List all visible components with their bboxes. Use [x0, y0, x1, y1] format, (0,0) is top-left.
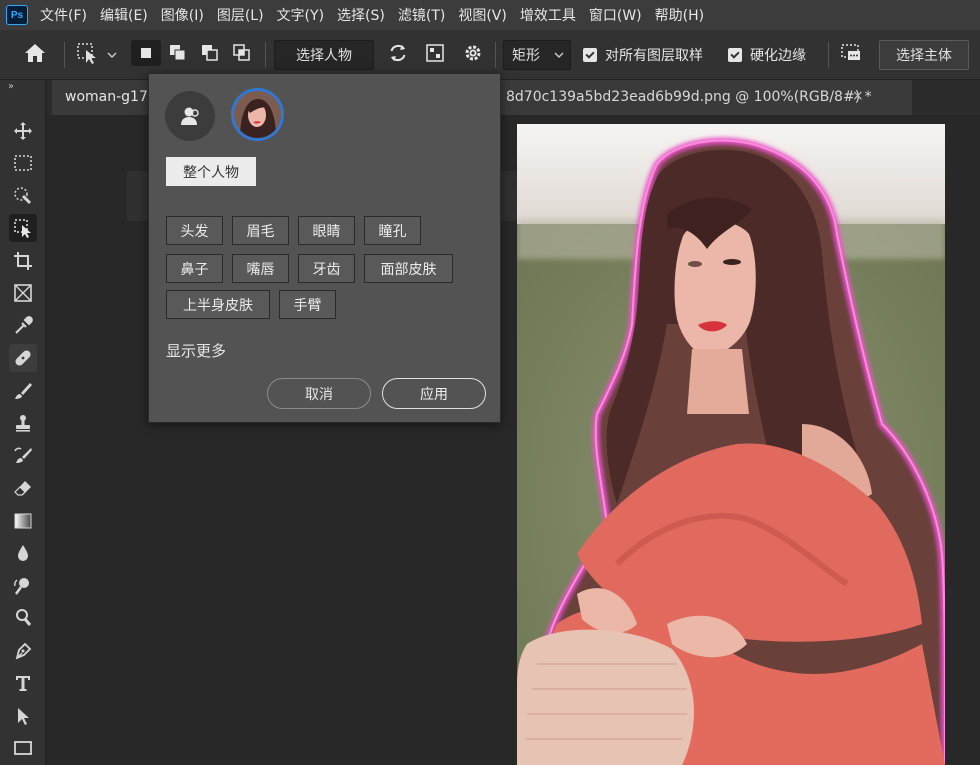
mode-dropdown[interactable]: 矩形	[503, 40, 571, 70]
checkbox-checked-icon	[728, 48, 742, 62]
menu-window[interactable]: 窗口(W)	[589, 5, 642, 25]
frame-tool-icon[interactable]	[9, 279, 37, 307]
cancel-button[interactable]: 取消	[267, 378, 371, 409]
refresh-icon[interactable]	[385, 40, 411, 66]
chip-eyes[interactable]: 眼睛	[298, 216, 355, 245]
select-subject-button[interactable]: 选择主体	[879, 40, 969, 70]
menu-help[interactable]: 帮助(H)	[655, 5, 704, 25]
rectangle-tool-icon[interactable]	[9, 734, 37, 762]
person-icon[interactable]	[165, 91, 215, 141]
dodge-tool-icon[interactable]	[9, 572, 37, 600]
chip-eyebrows[interactable]: 眉毛	[232, 216, 289, 245]
chip-pupils[interactable]: 瞳孔	[364, 216, 421, 245]
document-image[interactable]	[517, 124, 945, 765]
divider	[64, 42, 65, 68]
menu-file[interactable]: 文件(F)	[40, 5, 87, 25]
chip-label: 嘴唇	[246, 261, 275, 278]
panel-collapse-icon[interactable]: ››	[0, 80, 45, 94]
menu-image[interactable]: 图像(I)	[161, 5, 204, 25]
chip-label: 上半身皮肤	[183, 297, 253, 314]
menu-select[interactable]: 选择(S)	[337, 5, 385, 25]
chip-label: 手臂	[293, 297, 322, 314]
history-brush-tool-icon[interactable]	[9, 442, 37, 470]
whole-person-label: 整个人物	[183, 164, 239, 181]
chip-teeth[interactable]: 牙齿	[298, 254, 355, 283]
chip-lips[interactable]: 嘴唇	[232, 254, 289, 283]
select-person-popup: 整个人物 头发 眉毛 眼睛 瞳孔 鼻子 嘴唇 牙齿 面部皮肤 上半身皮肤 手臂 …	[148, 73, 501, 423]
blur-tool-icon[interactable]	[9, 539, 37, 567]
select-person-dropdown-label: 选择人物	[296, 48, 352, 64]
chip-label: 面部皮肤	[380, 261, 437, 278]
object-finder-overlay-icon[interactable]	[422, 40, 448, 66]
menu-layer[interactable]: 图层(L)	[217, 5, 264, 25]
menu-bar: Ps 文件(F) 编辑(E) 图像(I) 图层(L) 文字(Y) 选择(S) 滤…	[0, 0, 980, 30]
menu-view[interactable]: 视图(V)	[458, 5, 507, 25]
photoshop-logo-icon: Ps	[6, 5, 28, 25]
path-selection-tool-icon[interactable]	[9, 702, 37, 730]
pen-tool-icon[interactable]	[9, 637, 37, 665]
apply-button[interactable]: 应用	[382, 378, 486, 409]
sample-all-layers-checkbox[interactable]: 对所有图层取样	[583, 40, 703, 70]
chip-facial-skin[interactable]: 面部皮肤	[364, 254, 453, 283]
show-more-link[interactable]: 显示更多	[166, 340, 226, 361]
rectangular-marquee-tool-icon[interactable]	[9, 149, 37, 177]
close-icon[interactable]: ×	[852, 88, 864, 104]
quick-selection-tool-icon[interactable]	[9, 182, 37, 210]
document-tab-title-end: 8d70c139a5bd23ead6b99d.png @ 100%(RGB/8#…	[506, 89, 872, 105]
cancel-label: 取消	[305, 386, 333, 403]
move-tool-icon[interactable]	[9, 117, 37, 145]
intersect-selection-icon[interactable]	[229, 40, 255, 66]
chevron-down-icon[interactable]	[104, 40, 120, 70]
divider	[495, 42, 496, 68]
tools-panel: ››	[0, 80, 46, 765]
chip-label: 瞳孔	[378, 223, 407, 240]
brush-tool-icon[interactable]	[9, 377, 37, 405]
select-subject-label: 选择主体	[896, 48, 952, 64]
eraser-tool-icon[interactable]	[9, 474, 37, 502]
chip-label: 眼睛	[312, 223, 341, 240]
feedback-icon[interactable]	[838, 40, 864, 66]
healing-brush-tool-icon[interactable]	[9, 344, 37, 372]
add-to-selection-icon[interactable]	[165, 40, 191, 66]
sample-all-layers-label: 对所有图层取样	[605, 48, 703, 64]
subtract-from-selection-icon[interactable]	[197, 40, 223, 66]
whole-person-chip[interactable]: 整个人物	[166, 157, 256, 186]
chip-nose[interactable]: 鼻子	[166, 254, 223, 283]
select-person-dropdown[interactable]: 选择人物	[274, 40, 374, 70]
menu-edit[interactable]: 编辑(E)	[100, 5, 148, 25]
document-tab-title-start: woman-g17	[65, 89, 148, 105]
chip-label: 眉毛	[246, 223, 275, 240]
chip-label: 鼻子	[180, 261, 209, 278]
sponge-tool-icon[interactable]	[9, 604, 37, 632]
chip-upper-body-skin[interactable]: 上半身皮肤	[166, 290, 270, 319]
person-avatar-thumbnail[interactable]	[231, 88, 284, 141]
hard-edge-checkbox[interactable]: 硬化边缘	[728, 40, 806, 70]
menu-type[interactable]: 文字(Y)	[277, 5, 324, 25]
hard-edge-label: 硬化边缘	[750, 48, 806, 64]
type-tool-icon[interactable]	[9, 669, 37, 697]
gear-icon[interactable]	[460, 40, 486, 66]
divider	[265, 42, 266, 68]
menu-plugins[interactable]: 增效工具	[520, 5, 576, 25]
chip-label: 牙齿	[312, 261, 341, 278]
chip-label: 头发	[180, 223, 209, 240]
checkbox-checked-icon	[583, 48, 597, 62]
object-selection-preset-icon[interactable]	[74, 40, 100, 66]
crop-tool-icon[interactable]	[9, 247, 37, 275]
chevron-down-icon	[554, 52, 564, 58]
chip-hair[interactable]: 头发	[166, 216, 223, 245]
menu-filter[interactable]: 滤镜(T)	[398, 5, 445, 25]
apply-label: 应用	[420, 386, 448, 403]
gradient-tool-icon[interactable]	[9, 507, 37, 535]
new-selection-icon[interactable]	[131, 40, 161, 66]
mode-dropdown-label: 矩形	[512, 48, 540, 64]
divider	[828, 42, 829, 68]
chip-arms[interactable]: 手臂	[279, 290, 336, 319]
home-icon[interactable]	[22, 40, 48, 66]
portrait-illustration	[517, 124, 945, 765]
eyedropper-tool-icon[interactable]	[9, 312, 37, 340]
clone-stamp-tool-icon[interactable]	[9, 409, 37, 437]
object-selection-tool-icon[interactable]	[9, 214, 37, 242]
